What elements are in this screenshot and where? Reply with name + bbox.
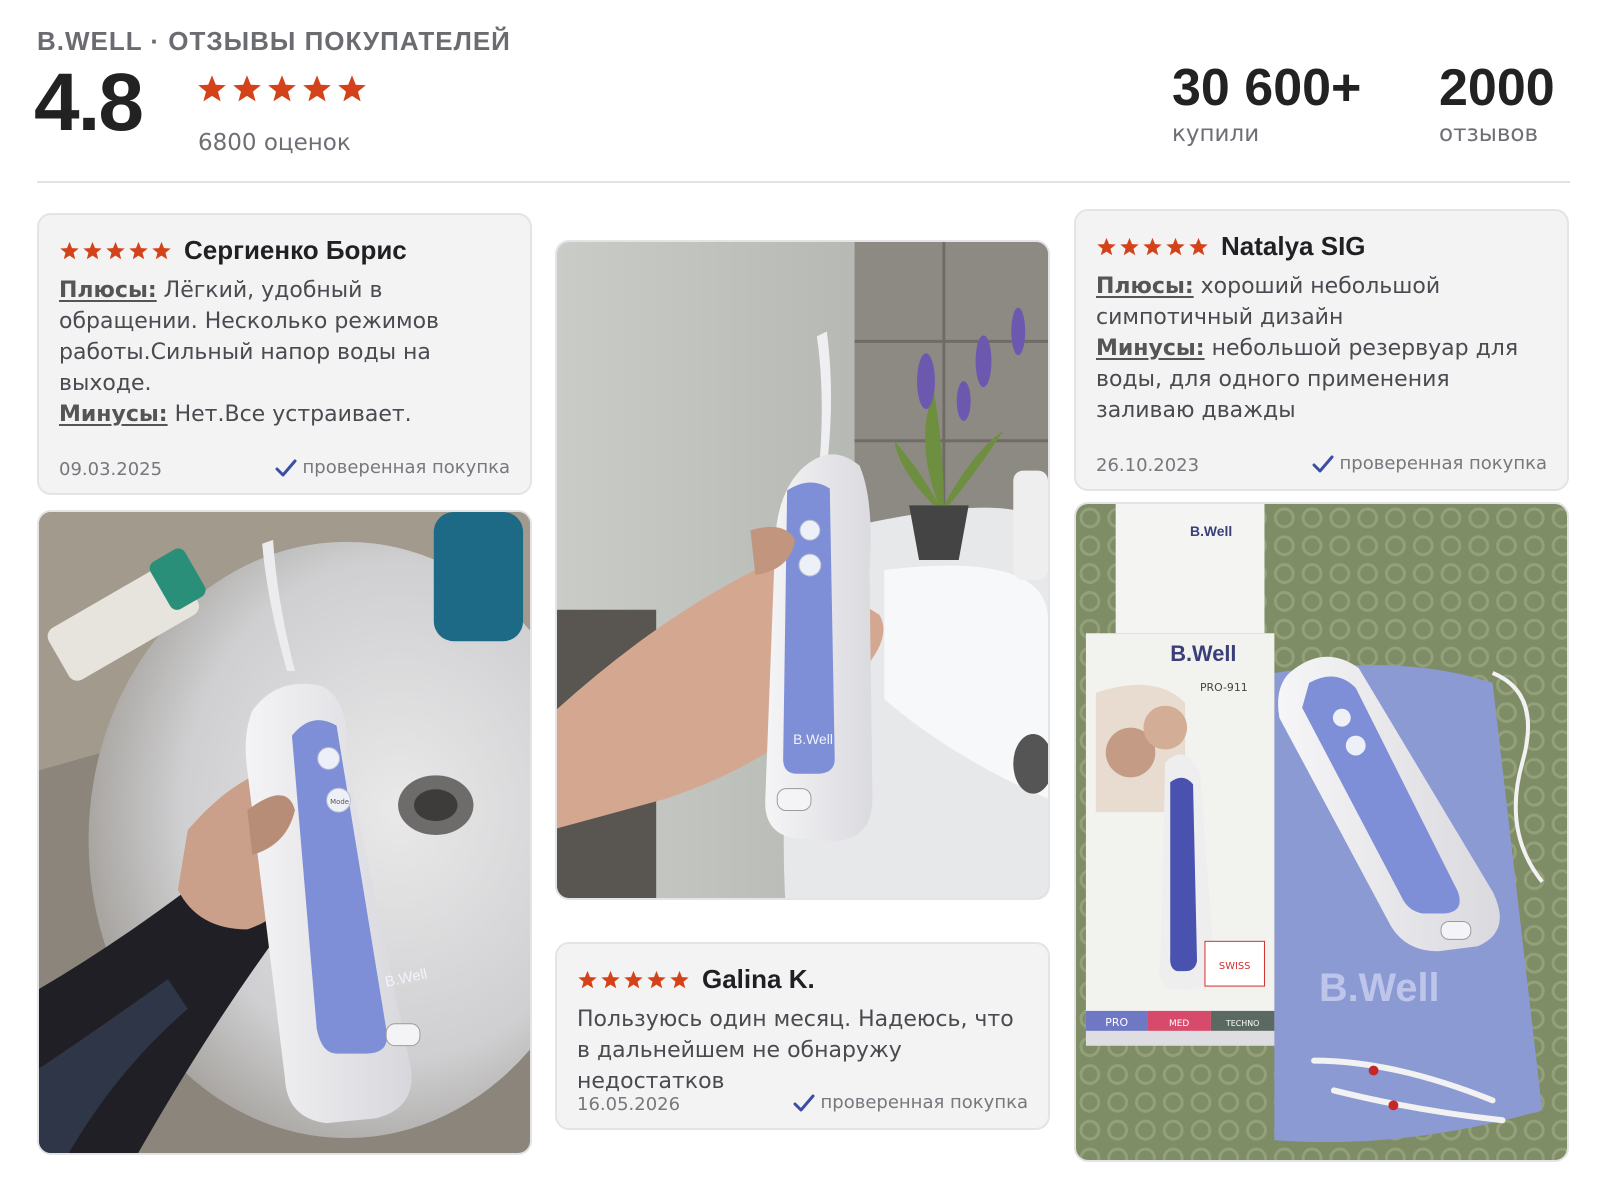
- star-icon: [1166, 237, 1185, 255]
- star-icon: [233, 75, 261, 102]
- star-icon: [578, 970, 597, 988]
- box-techno-label: TECHNO: [1225, 1019, 1260, 1028]
- review-author: Natalya SIG: [1221, 231, 1366, 261]
- star-icon: [601, 970, 620, 988]
- checkmark-icon: [1312, 455, 1334, 472]
- cons-text: Нет.Все устраивает.: [174, 402, 412, 427]
- box-model: PRO-911: [1200, 681, 1248, 694]
- review-photo-bathroom[interactable]: B.Well: [555, 240, 1050, 900]
- review-text: Пользуюсь один месяц. Надеюсь, что в дал…: [577, 1007, 1014, 1094]
- stat-reviews-value: 2000: [1439, 59, 1555, 117]
- pros-label: Плюсы:: [59, 278, 157, 303]
- cons-label: Минусы:: [59, 402, 168, 427]
- review-date: 26.10.2023: [1096, 455, 1200, 476]
- verified-purchase: проверенная покупка: [275, 457, 510, 478]
- star-icon: [670, 970, 689, 988]
- irrigator-photo-image: B.Well PRO MED TECHNO B.Well PRO-911 SWI…: [1076, 504, 1567, 1160]
- review-date: 16.05.2026: [577, 1094, 681, 1115]
- star-icon: [129, 241, 148, 259]
- box-top-brand: B.Well: [1190, 523, 1232, 539]
- review-text: Плюсы: Лёгкий, удобный в обращении. Неск…: [59, 275, 512, 430]
- irrigator-photo-image: B.Well: [557, 242, 1048, 898]
- box-med-label: MED: [1169, 1019, 1189, 1029]
- stat-reviews-label: отзывов: [1439, 121, 1539, 148]
- star-icon: [106, 241, 125, 259]
- review-date: 09.03.2025: [59, 459, 163, 480]
- star-icon: [1143, 237, 1162, 255]
- verified-purchase: проверенная покупка: [1312, 453, 1547, 474]
- stat-bought-value: 30 600+: [1172, 59, 1362, 117]
- review-stars: [577, 970, 690, 990]
- stat-reviews: 2000 отзывов: [1439, 59, 1555, 148]
- device-brand-logo: B.Well: [793, 731, 833, 747]
- star-icon: [1189, 237, 1208, 255]
- verified-purchase: проверенная покупка: [793, 1092, 1028, 1113]
- mode-button-label: Mode: [330, 798, 349, 806]
- star-icon: [303, 75, 331, 102]
- box-pro-label: PRO: [1105, 1016, 1128, 1029]
- header-divider: [37, 181, 1570, 183]
- checkmark-icon: [275, 459, 297, 476]
- swiss-label: SWISS: [1219, 961, 1251, 972]
- checkmark-icon: [793, 1094, 815, 1111]
- bag-brand-print: B.Well: [1319, 966, 1439, 1010]
- review-card[interactable]: Galina K. Пользуюсь один месяц. Надеюсь,…: [555, 942, 1050, 1130]
- review-photo-box[interactable]: B.Well PRO MED TECHNO B.Well PRO-911 SWI…: [1074, 502, 1569, 1162]
- star-icon: [60, 241, 79, 259]
- verified-label: проверенная покупка: [820, 1092, 1028, 1113]
- cons-label: Минусы:: [1096, 336, 1205, 361]
- star-icon: [1120, 237, 1139, 255]
- stat-bought-label: купили: [1172, 121, 1260, 148]
- review-stars: [1096, 237, 1209, 257]
- star-icon: [1097, 237, 1116, 255]
- star-icon: [647, 970, 666, 988]
- review-photo-sink[interactable]: Mode B.Well: [37, 510, 532, 1155]
- star-icon: [83, 241, 102, 259]
- star-icon: [268, 75, 296, 102]
- star-icon: [198, 75, 226, 102]
- review-text: Плюсы: хороший небольшой симпотичный диз…: [1096, 271, 1549, 426]
- irrigator-photo-image: Mode B.Well: [39, 512, 530, 1153]
- review-card[interactable]: Natalya SIG Плюсы: хороший небольшой сим…: [1074, 209, 1569, 491]
- box-brand: B.Well: [1170, 641, 1236, 666]
- rating-stars: [196, 74, 368, 104]
- star-icon: [338, 75, 366, 102]
- star-icon: [152, 241, 171, 259]
- review-author: Сергиенко Борис: [184, 235, 407, 265]
- verified-label: проверенная покупка: [302, 457, 510, 478]
- rating-count: 6800 оценок: [198, 130, 351, 156]
- average-rating: 4.8: [34, 57, 144, 148]
- star-icon: [624, 970, 643, 988]
- pros-label: Плюсы:: [1096, 274, 1194, 299]
- verified-label: проверенная покупка: [1339, 453, 1547, 474]
- review-stars: [59, 241, 172, 261]
- brand-title: B.WELL · ОТЗЫВЫ ПОКУПАТЕЛЕЙ: [37, 26, 511, 56]
- review-card[interactable]: Сергиенко Борис Плюсы: Лёгкий, удобный в…: [37, 213, 532, 495]
- review-author: Galina K.: [702, 964, 815, 994]
- stat-bought: 30 600+ купили: [1172, 59, 1362, 148]
